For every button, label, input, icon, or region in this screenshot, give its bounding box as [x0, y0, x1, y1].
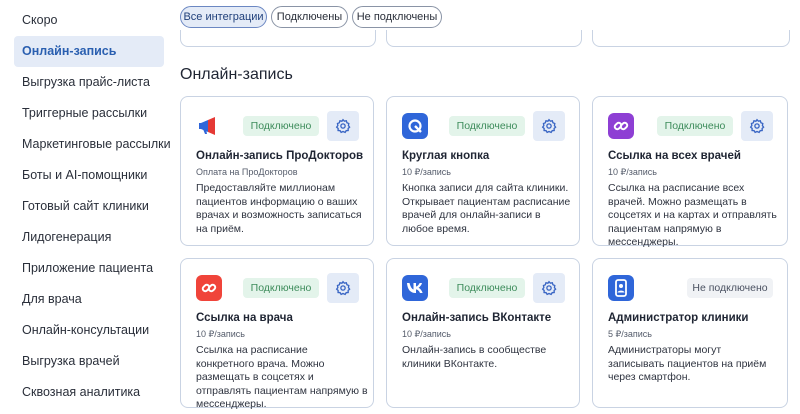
card-stub [592, 30, 790, 47]
sidebar-item-clinic-site[interactable]: Готовый сайт клиники [14, 191, 164, 222]
card-title: Ссылка на врача [196, 312, 293, 324]
sidebar-item-for-doctor[interactable]: Для врача [14, 284, 164, 315]
link-icon [608, 113, 634, 139]
card-price: Оплата на ПроДокторов [196, 167, 298, 177]
card-price: 10 ₽/запись [402, 329, 451, 339]
sidebar-item-analytics[interactable]: Сквозная аналитика [14, 377, 164, 408]
section-title: Онлайн-запись [180, 66, 293, 83]
filter-all[interactable]: Все интеграции [180, 6, 267, 28]
card-title: Администратор клиники [608, 312, 749, 324]
card-price: 10 ₽/запись [196, 329, 245, 339]
integration-card-all-doctors-link[interactable]: Подключено Ссылка на всех врачей 10 ₽/за… [592, 96, 788, 248]
settings-button[interactable] [327, 111, 359, 141]
sidebar-item-leadgen[interactable]: Лидогенерация [14, 222, 164, 253]
settings-button[interactable] [533, 111, 565, 141]
status-badge: Подключено [657, 116, 733, 136]
card-title: Онлайн-запись ВКонтакте [402, 312, 552, 324]
card-description: Предоставляйте миллионам пациентов инфор… [196, 182, 362, 235]
sidebar-item-price-export[interactable]: Выгрузка прайс-листа [14, 67, 164, 98]
integration-card-round-button[interactable]: Подключено Круглая кнопка 10 ₽/запись Кн… [386, 96, 580, 246]
sidebar-item-online-consult[interactable]: Онлайн-консультации [14, 315, 164, 346]
filter-not-connected[interactable]: Не подключены [352, 6, 442, 28]
link-icon [196, 275, 222, 301]
status-badge: Подключено [243, 116, 319, 136]
status-badge: Подключено [449, 116, 525, 136]
sidebar-item-doctors-export[interactable]: Выгрузка врачей [14, 346, 164, 377]
status-badge: Подключено [243, 278, 319, 298]
integration-card-doctor-link[interactable]: Подключено Ссылка на врача 10 ₽/запись С… [180, 258, 374, 410]
gear-icon [335, 118, 351, 134]
sidebar-item-patient-app[interactable]: Приложение пациента [14, 253, 164, 284]
vk-icon [402, 275, 428, 301]
card-stub [386, 30, 582, 47]
card-stub [180, 30, 376, 47]
card-price: 10 ₽/запись [402, 167, 451, 177]
sidebar-nav: Скоро Онлайн-запись Выгрузка прайс-листа… [0, 0, 172, 414]
sidebar-item-online-booking[interactable]: Онлайн-запись [14, 36, 164, 67]
card-title: Онлайн-запись ПроДокторов [196, 150, 364, 162]
gear-icon [749, 118, 765, 134]
settings-button[interactable] [533, 273, 565, 303]
card-description: Кнопка записи для сайта клиники. Открыва… [402, 182, 571, 235]
card-description: Администраторы могут записывать пациенто… [608, 344, 767, 383]
card-title: Ссылка на всех врачей [608, 150, 741, 162]
settings-button[interactable] [327, 273, 359, 303]
gear-icon [541, 280, 557, 296]
card-description: Онлайн-запись в сообществе клиники ВКонт… [402, 344, 547, 370]
status-badge: Подключено [449, 278, 525, 298]
gear-icon [335, 280, 351, 296]
settings-button[interactable] [741, 111, 773, 141]
admin-icon [608, 275, 634, 301]
filter-connected[interactable]: Подключены [271, 6, 348, 28]
integration-card-vk[interactable]: Подключено Онлайн-запись ВКонтакте 10 ₽/… [386, 258, 580, 408]
status-badge: Не подключено [687, 278, 773, 298]
round-button-icon [402, 113, 428, 139]
card-title: Круглая кнопка [402, 150, 490, 162]
card-price: 5 ₽/запись [608, 329, 652, 339]
sidebar-item-soon[interactable]: Скоро [14, 5, 164, 36]
card-description: Ссылка на расписание конкретного врача. … [196, 344, 368, 410]
sidebar-item-bots[interactable]: Боты и AI-помощники [14, 160, 164, 191]
card-description: Ссылка на расписание всех врачей. Можно … [608, 182, 777, 248]
gear-icon [541, 118, 557, 134]
sidebar-item-marketing-mailings[interactable]: Маркетинговые рассылки [14, 129, 171, 160]
card-price: 10 ₽/запись [608, 167, 657, 177]
integration-card-prodoctorov[interactable]: Подключено Онлайн-запись ПроДокторов Опл… [180, 96, 374, 246]
sidebar-item-trigger-mailings[interactable]: Триггерные рассылки [14, 98, 164, 129]
integration-card-clinic-admin[interactable]: Не подключено Администратор клиники 5 ₽/… [592, 258, 788, 408]
megaphone-icon [196, 113, 222, 139]
